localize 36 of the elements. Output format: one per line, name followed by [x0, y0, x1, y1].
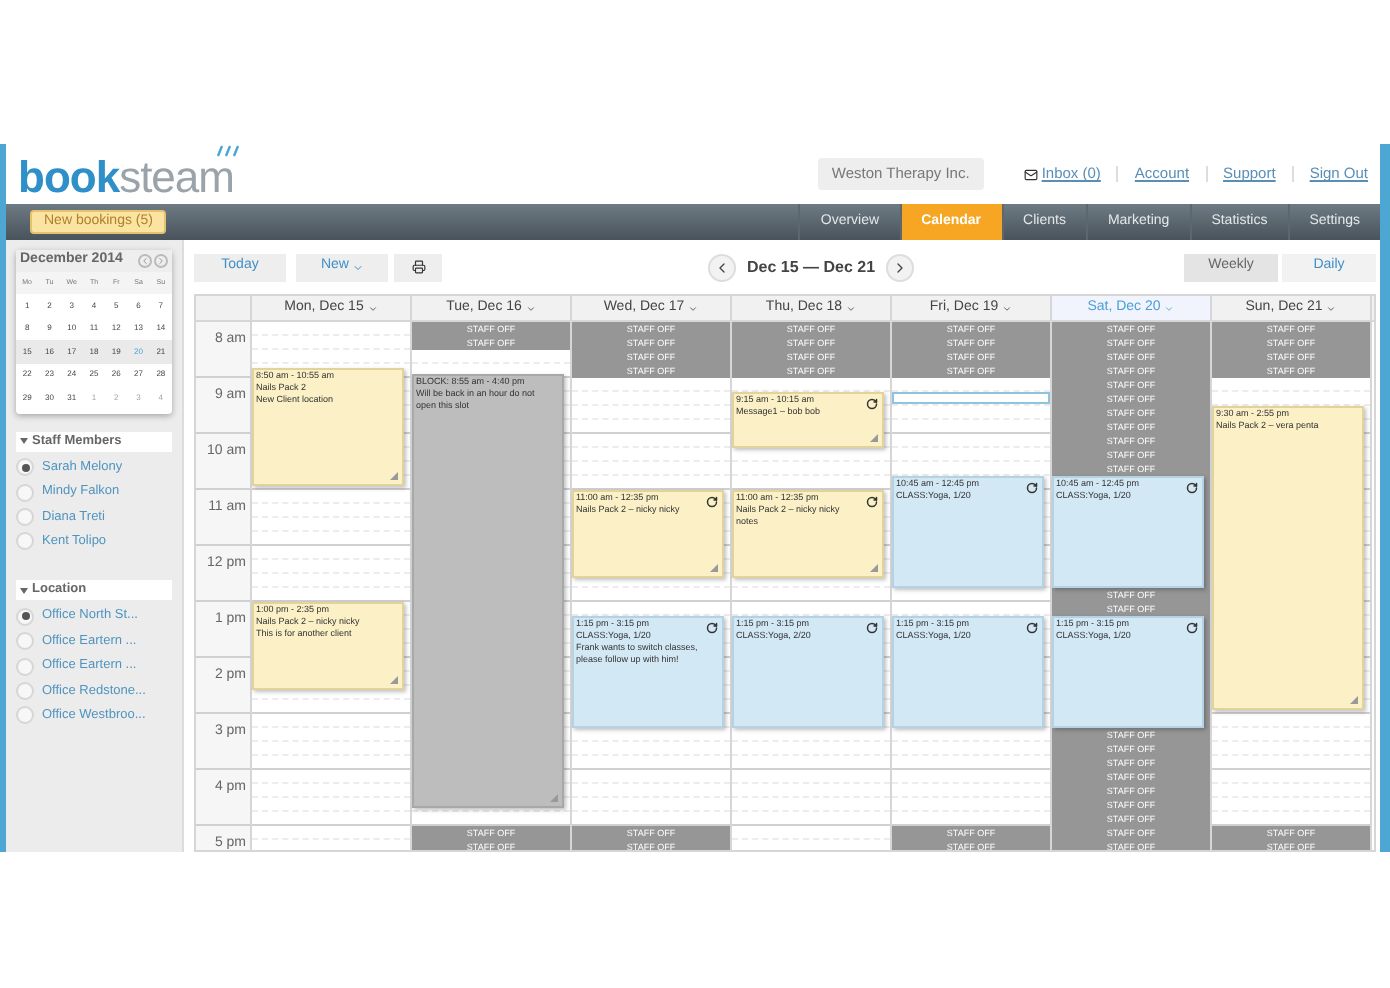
radio-button[interactable] — [16, 532, 34, 551]
resize-handle-icon[interactable] — [390, 471, 398, 480]
chevron-down-icon — [1002, 303, 1013, 313]
chevron-down-icon — [1164, 303, 1175, 313]
resize-handle-icon[interactable] — [1350, 695, 1358, 704]
radio-button[interactable] — [16, 507, 34, 526]
print-button[interactable] — [394, 253, 442, 281]
chevron-down-icon — [367, 303, 378, 313]
resize-handle-icon[interactable] — [710, 564, 718, 573]
radio-button[interactable] — [16, 458, 34, 477]
logo[interactable]: booksteam — [18, 144, 240, 204]
selected-slot[interactable] — [892, 392, 1050, 404]
radio-button[interactable] — [16, 657, 34, 676]
resize-handle-icon[interactable] — [550, 793, 558, 802]
radio-button[interactable] — [16, 483, 34, 502]
caret-icon[interactable] — [20, 587, 28, 594]
resize-handle-icon[interactable] — [870, 564, 878, 573]
radio-button[interactable] — [16, 706, 34, 725]
next-week-button[interactable] — [885, 253, 914, 281]
chevron-down-icon — [688, 303, 699, 313]
previous-week-button[interactable] — [708, 253, 737, 281]
next-month-icon[interactable] — [154, 254, 168, 268]
radio-button[interactable] — [16, 681, 34, 700]
mail-icon — [1023, 167, 1038, 181]
resize-handle-icon[interactable] — [390, 676, 398, 685]
chevron-down-icon — [525, 303, 536, 313]
previous-month-icon[interactable] — [138, 254, 152, 268]
date-range: Dec 15 — Dec 21 — [746, 255, 876, 279]
printer-icon — [411, 260, 425, 274]
caret-icon[interactable] — [20, 438, 28, 444]
radio-button[interactable] — [16, 632, 34, 651]
chevron-down-icon — [846, 303, 857, 313]
resize-handle-icon[interactable] — [870, 434, 878, 442]
radio-button[interactable] — [16, 607, 34, 626]
chevron-down-icon — [351, 261, 363, 273]
chevron-down-icon — [1326, 303, 1337, 313]
